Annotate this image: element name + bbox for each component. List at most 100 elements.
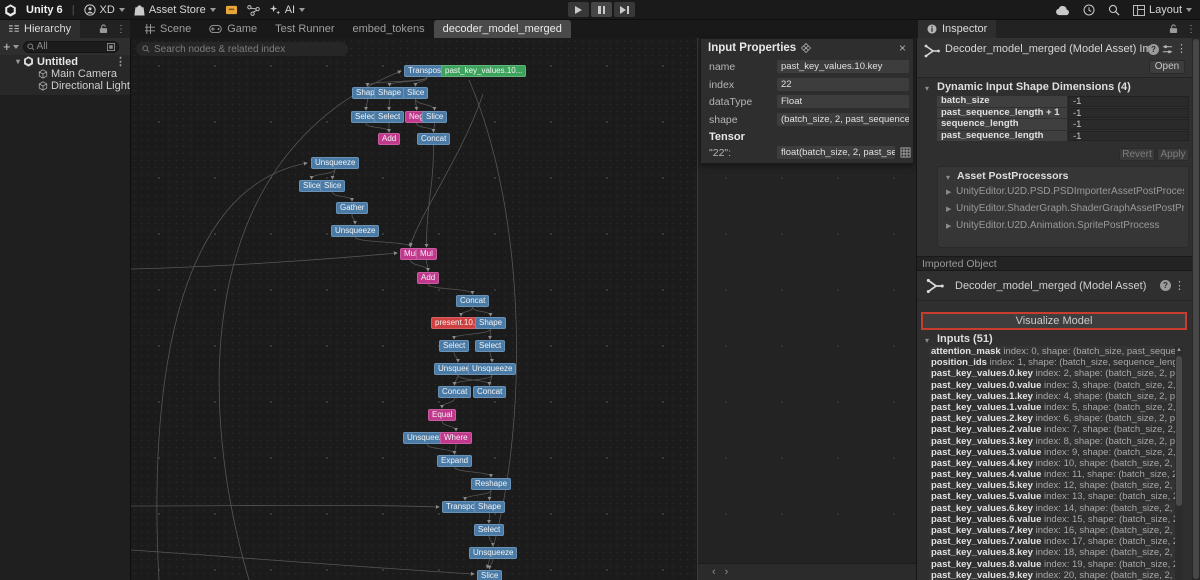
graph-node-where[interactable]: Where: [440, 432, 472, 444]
foldout-open-icon[interactable]: ▾: [925, 84, 929, 93]
input-row[interactable]: past_key_values.5.value index: 13, shape…: [929, 491, 1175, 502]
graph-node-concat[interactable]: Concat: [417, 133, 450, 145]
graph-node-equal[interactable]: Equal: [428, 409, 456, 421]
chevron-down-icon[interactable]: [13, 45, 19, 49]
graph-node-expand[interactable]: Expand: [437, 455, 472, 467]
graph-node-select[interactable]: Select: [474, 524, 504, 536]
graph-node-slice[interactable]: Slice: [477, 570, 502, 580]
graph-node-select[interactable]: Select: [475, 340, 505, 352]
dim-value-input[interactable]: -1: [1068, 119, 1189, 130]
dim-value-input[interactable]: -1: [1068, 108, 1189, 119]
graph-node-slice[interactable]: Slice: [422, 111, 447, 123]
input-row[interactable]: past_key_values.9.key index: 20, shape: …: [929, 570, 1175, 580]
input-row[interactable]: past_key_values.8.value index: 19, shape…: [929, 559, 1175, 570]
input-row[interactable]: past_key_values.1.key index: 4, shape: (…: [929, 391, 1175, 402]
foldout-open-icon[interactable]: ▾: [14, 58, 22, 66]
layout-menu[interactable]: Layout: [1133, 4, 1192, 16]
input-row[interactable]: position_ids index: 1, shape: (batch_siz…: [929, 357, 1175, 368]
input-row[interactable]: past_key_values.7.value index: 17, shape…: [929, 536, 1175, 547]
foldout-open-icon[interactable]: ▾: [946, 173, 950, 182]
kebab-menu-icon[interactable]: ⋮: [1176, 42, 1187, 55]
graph-node-past-key-values-10-[interactable]: past_key_values.10...: [441, 65, 526, 77]
graph-node-select[interactable]: Select: [439, 340, 469, 352]
scrollbar-thumb[interactable]: [1193, 39, 1199, 579]
input-row[interactable]: past_key_values.5.key index: 12, shape: …: [929, 480, 1175, 491]
scrollbar-thumb[interactable]: [1176, 356, 1182, 506]
tab-hierarchy[interactable]: Hierarchy: [0, 20, 80, 38]
graph-node-unsqueeze[interactable]: Unsqueeze: [469, 547, 517, 559]
presets-icon[interactable]: [1162, 44, 1173, 55]
model-graph-canvas[interactable]: Transposepast_key_values.10...ShapeShape…: [130, 38, 697, 580]
history-button[interactable]: [1083, 4, 1095, 16]
inputs-scrollbar[interactable]: ▲: [1175, 346, 1183, 580]
graph-node-shape[interactable]: Shape: [475, 317, 506, 329]
step-button[interactable]: [614, 2, 635, 17]
kebab-menu-icon[interactable]: ⋮: [116, 24, 126, 35]
pause-button[interactable]: [591, 2, 612, 17]
graph-node-slice[interactable]: Slice: [403, 87, 428, 99]
graph-node-slice[interactable]: Slice: [320, 180, 345, 192]
kebab-menu-icon[interactable]: ⋮: [1186, 24, 1196, 35]
tensor-value-field[interactable]: float(batch_size, 2, past_sec: [777, 146, 895, 159]
hierarchy-row-main-camera[interactable]: Main Camera: [0, 68, 130, 80]
graph-node-concat[interactable]: Concat: [456, 295, 489, 307]
lock-icon[interactable]: [1169, 24, 1178, 34]
dims-heading[interactable]: Dynamic Input Shape Dimensions (4): [937, 81, 1131, 93]
input-row[interactable]: past_key_values.1.value index: 5, shape:…: [929, 402, 1175, 413]
postprocessor-item[interactable]: UnityEditor.U2D.Animation.SpritePostProc…: [956, 220, 1184, 231]
graph-node-add[interactable]: Add: [378, 133, 400, 145]
property-value-field[interactable]: (batch_size, 2, past_sequence_l: [777, 113, 909, 126]
property-value-field[interactable]: 22: [777, 78, 909, 91]
graph-node-mul[interactable]: Mul: [416, 248, 437, 260]
tensor-grid-icon[interactable]: [900, 147, 911, 158]
open-button[interactable]: Open: [1149, 60, 1185, 74]
inspector-scrollbar[interactable]: [1192, 38, 1200, 580]
account-menu[interactable]: XD: [84, 4, 125, 16]
search-button[interactable]: [1108, 4, 1120, 16]
apply-button[interactable]: Apply: [1157, 148, 1189, 161]
pager-prev-button[interactable]: ‹: [712, 566, 716, 578]
asset-manager-button[interactable]: [225, 4, 238, 16]
dim-value-input[interactable]: -1: [1068, 96, 1189, 107]
help-icon[interactable]: ?: [1148, 44, 1159, 55]
input-row[interactable]: past_key_values.2.value index: 7, shape:…: [929, 424, 1175, 435]
input-row[interactable]: past_key_values.7.key index: 16, shape: …: [929, 525, 1175, 536]
property-value-field[interactable]: Float: [777, 95, 909, 108]
postprocessor-item[interactable]: UnityEditor.ShaderGraph.ShaderGraphAsset…: [956, 203, 1184, 214]
scroll-up-icon[interactable]: ▲: [1175, 346, 1183, 355]
add-object-button[interactable]: +: [3, 42, 11, 52]
cloud-button[interactable]: [1055, 5, 1070, 16]
input-row[interactable]: past_key_values.6.value index: 15, shape…: [929, 514, 1175, 525]
graph-node-unsqueeze[interactable]: Unsqueeze: [468, 363, 516, 375]
graph-node-add[interactable]: Add: [417, 272, 439, 284]
tab-decoder-model-merged[interactable]: decoder_model_merged: [434, 20, 571, 38]
graph-node-shape[interactable]: Shape: [474, 501, 505, 513]
graph-node-unsqueeze[interactable]: Unsqueeze: [311, 157, 359, 169]
graph-node-shape[interactable]: Shape: [374, 87, 405, 99]
network-button[interactable]: [247, 5, 260, 16]
tab-inspector[interactable]: Inspector: [918, 20, 996, 38]
hierarchy-search-input[interactable]: All: [23, 41, 119, 53]
property-value-field[interactable]: past_key_values.10.key: [777, 60, 909, 73]
visualize-model-button[interactable]: Visualize Model: [921, 312, 1187, 330]
kebab-menu-icon[interactable]: ⋮: [1174, 279, 1185, 292]
postprocessors-heading[interactable]: Asset PostProcessors: [957, 170, 1068, 182]
foldout-closed-icon[interactable]: ▶: [946, 222, 951, 230]
hierarchy-row-directional-light[interactable]: Directional Light: [0, 80, 130, 92]
graph-node-unsqueeze[interactable]: Unsqueeze: [331, 225, 379, 237]
graph-node-concat[interactable]: Concat: [473, 386, 506, 398]
pager-next-button[interactable]: ›: [725, 566, 729, 578]
input-row[interactable]: past_key_values.3.value index: 9, shape:…: [929, 447, 1175, 458]
foldout-open-icon[interactable]: ▾: [925, 336, 929, 345]
tab-game[interactable]: Game: [200, 20, 266, 38]
input-row[interactable]: past_key_values.8.key index: 18, shape: …: [929, 547, 1175, 558]
input-row[interactable]: past_key_values.4.value index: 11, shape…: [929, 469, 1175, 480]
postprocessor-item[interactable]: UnityEditor.U2D.PSD.PSDImporterAssetPost…: [956, 186, 1184, 197]
graph-node-select[interactable]: Select: [374, 111, 404, 123]
ai-menu[interactable]: AI: [269, 4, 305, 16]
tab-test-runner[interactable]: Test Runner: [266, 20, 343, 38]
input-row[interactable]: past_key_values.3.key index: 8, shape: (…: [929, 436, 1175, 447]
hierarchy-row-scene[interactable]: ▾ Untitled ⋮: [0, 55, 130, 68]
graph-node-reshape[interactable]: Reshape: [471, 478, 511, 490]
graph-node-gather[interactable]: Gather: [336, 202, 368, 214]
